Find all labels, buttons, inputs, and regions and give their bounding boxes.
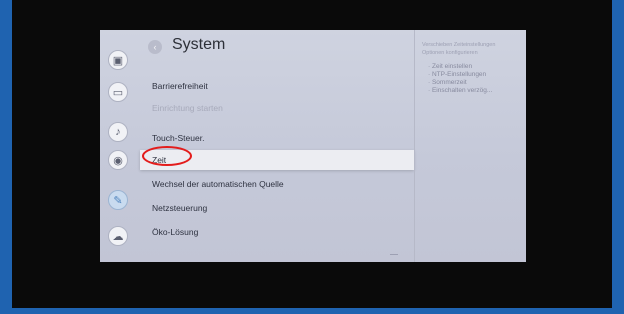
window-frame-bottom <box>0 308 624 314</box>
window-frame-right <box>612 0 624 314</box>
info-description-2: Optionen konfigurieren <box>422 49 478 56</box>
tools-icon[interactable]: ✎ <box>108 190 128 210</box>
tv-settings-screen: ▣ ▭ ♪ ◉ ✎ ☁ ‹ System Barrierefreiheit Ei… <box>100 30 526 262</box>
info-options-list: · Zeit einstellen · NTP-Einstellungen · … <box>422 63 522 95</box>
sound-icon[interactable]: ♪ <box>108 122 128 142</box>
broadcast-icon[interactable]: ◉ <box>108 150 128 170</box>
menu-item-oeko-loesung[interactable]: Öko-Lösung <box>140 222 414 242</box>
menu-item-barrierefreiheit[interactable]: Barrierefreiheit <box>140 76 414 96</box>
page-title: System <box>172 36 226 53</box>
menu-item-touch-steuer[interactable]: Touch-Steuer. <box>140 128 414 148</box>
settings-category-rail: ▣ ▭ ♪ ◉ ✎ ☁ <box>100 30 140 262</box>
menu-item-einrichtung[interactable]: Einrichtung starten <box>140 98 414 118</box>
source-icon[interactable]: ▭ <box>108 82 128 102</box>
picture-icon[interactable]: ▣ <box>108 50 128 70</box>
back-button[interactable]: ‹ <box>148 40 162 54</box>
support-icon[interactable]: ☁ <box>108 226 128 246</box>
info-item: · Zeit einstellen <box>428 63 473 70</box>
info-item: · Sommerzeit <box>428 79 467 86</box>
info-description: Verschieben Zeiteinstellungen <box>422 42 496 48</box>
info-panel: Verschieben Zeiteinstellungen Optionen k… <box>422 42 522 95</box>
window-frame-left <box>0 0 12 314</box>
info-item: · NTP-Einstellungen <box>428 71 487 78</box>
menu-item-netzsteuerung[interactable]: Netzsteuerung <box>140 198 414 218</box>
scroll-down-indicator <box>390 254 398 259</box>
panel-divider <box>414 30 415 262</box>
info-item: · Einschalten verzög... <box>428 87 493 94</box>
menu-item-quellenwechsel[interactable]: Wechsel der automatischen Quelle <box>140 174 414 194</box>
highlight-annotation <box>142 146 192 166</box>
